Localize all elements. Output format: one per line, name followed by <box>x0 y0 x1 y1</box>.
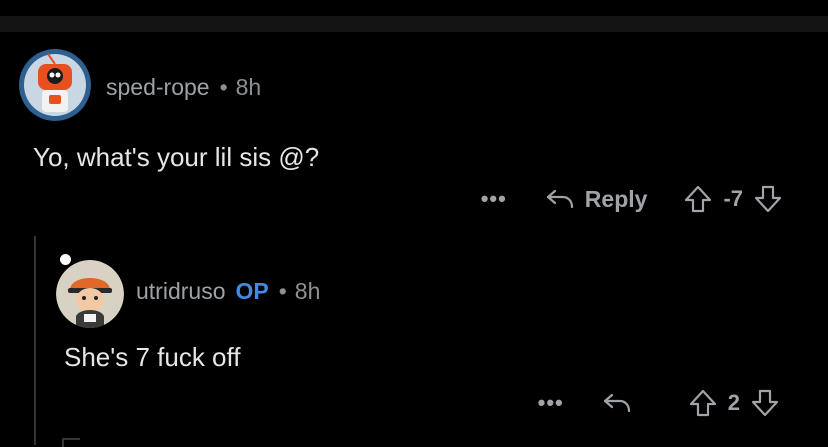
reply-label: Reply <box>584 185 648 212</box>
reply-button[interactable]: Reply <box>545 185 648 213</box>
comment-meta: utridruso OP • 8h <box>136 278 320 305</box>
comment-sped-rope: sped-rope • 8h Yo, what's your lil sis @… <box>0 40 828 230</box>
upvote-icon[interactable] <box>688 388 718 418</box>
top-separator-bar <box>0 16 828 32</box>
separator-dot: • <box>219 74 228 100</box>
comment-body: Yo, what's your lil sis @? <box>33 142 320 172</box>
avatar[interactable] <box>56 260 124 328</box>
comment-body: She's 7 fuck off <box>64 342 241 372</box>
vote-control: 2 <box>688 388 780 418</box>
vote-control: -7 <box>683 184 783 214</box>
reply-icon <box>546 189 573 209</box>
downvote-icon[interactable] <box>753 184 783 214</box>
comment-utridruso: utridruso OP • 8h She's 7 fuck off ••• 2 <box>0 240 828 445</box>
reply-button[interactable] <box>602 391 642 415</box>
reply-icon <box>603 393 630 413</box>
downvote-icon[interactable] <box>750 388 780 418</box>
username[interactable]: utridruso <box>136 278 225 305</box>
more-icon[interactable]: ••• <box>481 188 507 210</box>
vote-score: 2 <box>727 390 740 415</box>
avatar[interactable] <box>18 48 92 122</box>
timestamp: 8h <box>294 278 321 304</box>
comment-actions: ••• 2 <box>538 388 780 418</box>
more-icon[interactable]: ••• <box>538 392 564 414</box>
upvote-icon[interactable] <box>683 184 713 214</box>
op-badge: OP <box>235 278 269 304</box>
username[interactable]: sped-rope <box>106 74 210 101</box>
comment-actions: ••• Reply -7 <box>481 184 783 214</box>
timestamp: 8h <box>235 74 262 100</box>
vote-score: -7 <box>723 186 743 211</box>
separator-dot: • <box>278 278 287 304</box>
comment-meta: sped-rope • 8h <box>106 74 261 101</box>
